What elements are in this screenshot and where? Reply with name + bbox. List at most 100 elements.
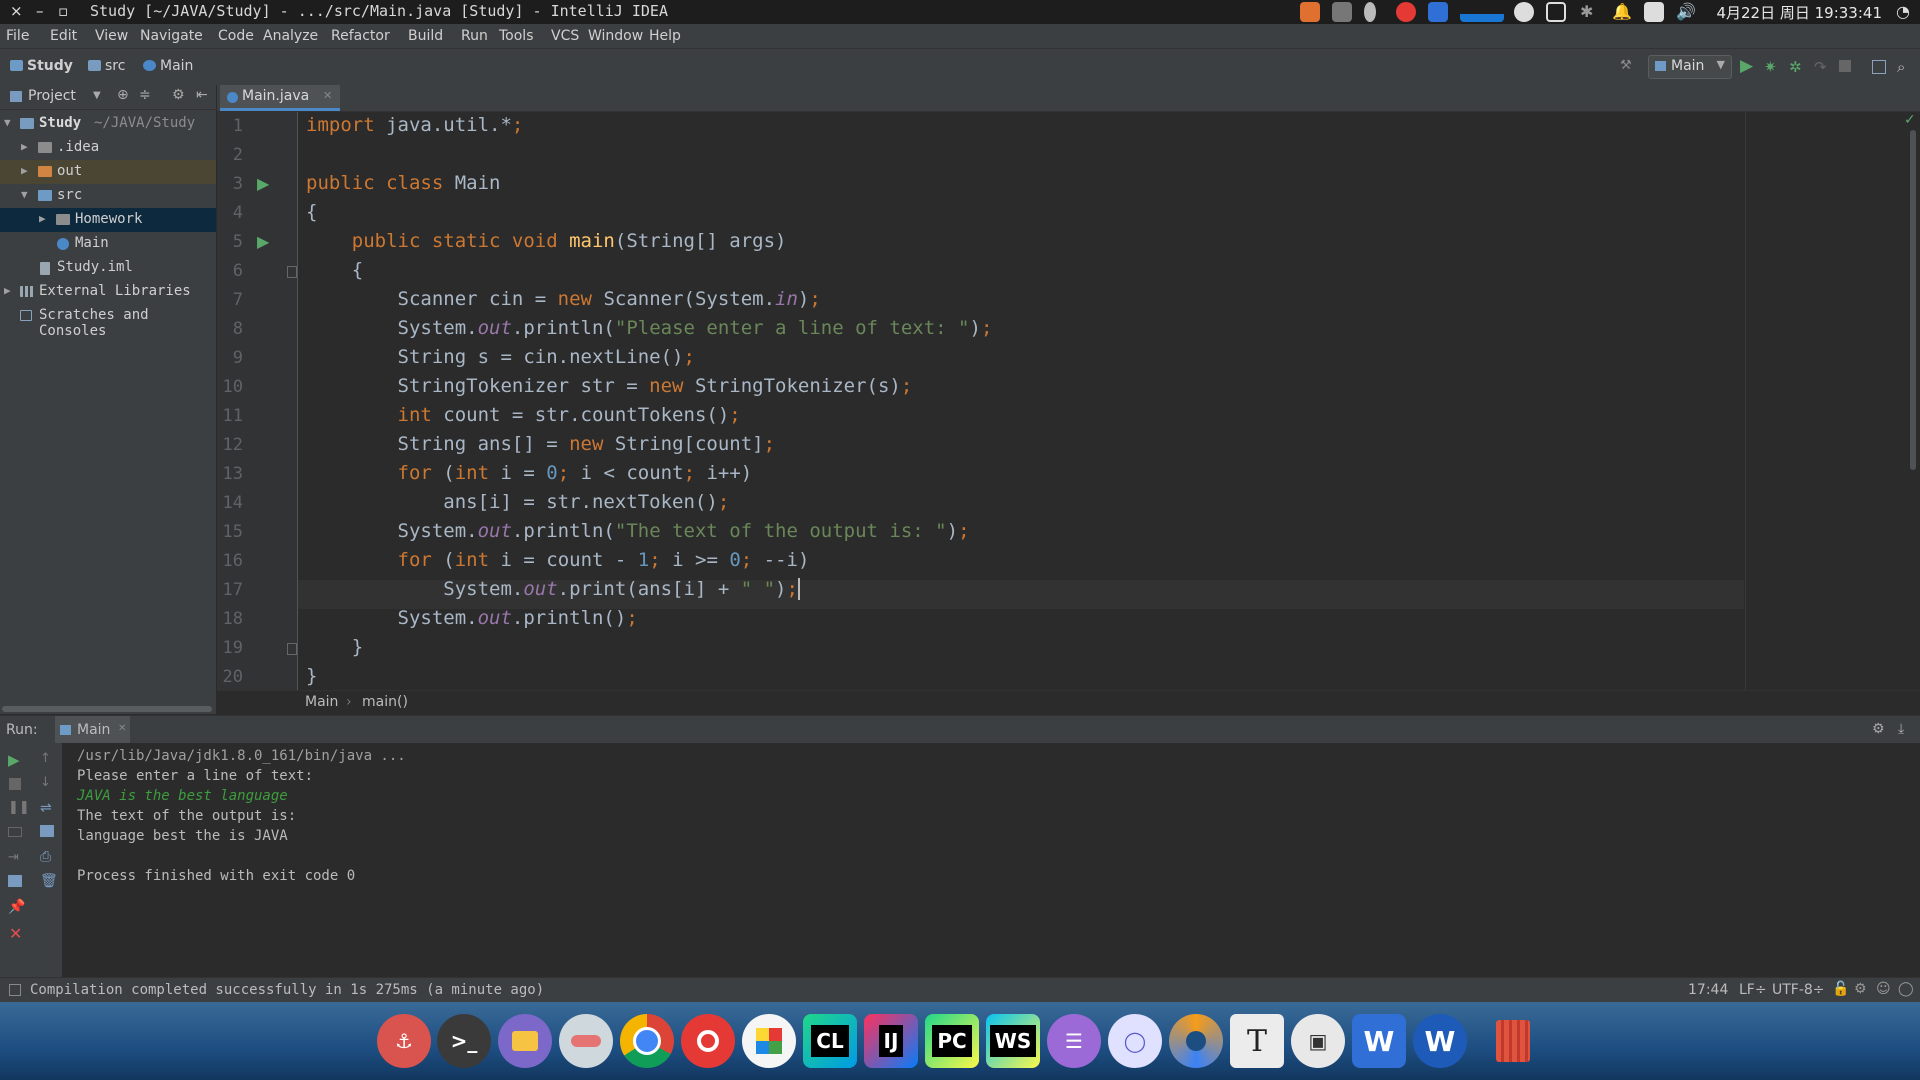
horizontal-scrollbar[interactable] [2, 706, 212, 712]
status-message[interactable]: Compilation completed successfully in 1s… [30, 982, 544, 998]
menu-code[interactable]: Code [218, 28, 254, 44]
power-icon[interactable]: ◔ [1896, 2, 1916, 22]
settings-toggle-icon[interactable] [559, 1014, 613, 1068]
wps-tray-icon[interactable] [1428, 2, 1448, 22]
netease-tray-icon[interactable] [1396, 2, 1416, 22]
terminal-icon[interactable]: >_ [437, 1014, 491, 1068]
menu-navigate[interactable]: Navigate [140, 28, 203, 44]
menu-file[interactable]: File [6, 28, 29, 44]
intellij-icon[interactable]: IJ [864, 1014, 918, 1068]
git-icon[interactable]: ⚙ [1854, 981, 1867, 997]
text-editor-icon[interactable]: ☰ [1047, 1014, 1101, 1068]
expanded-arrow-icon[interactable]: ▼ [21, 188, 28, 201]
trash-icon[interactable] [1486, 1014, 1540, 1068]
close-icon[interactable]: ✕ [9, 924, 22, 943]
chat-tray-icon[interactable] [1514, 2, 1534, 22]
collapsed-arrow-icon[interactable]: ▶ [39, 212, 46, 225]
screen-tray-icon[interactable] [1546, 2, 1566, 22]
webstorm-icon[interactable]: WS [986, 1014, 1040, 1068]
clion-icon[interactable]: CL [803, 1014, 857, 1068]
tray-app-icon[interactable] [1300, 2, 1320, 22]
menu-help[interactable]: Help [649, 28, 681, 44]
file-encoding[interactable]: UTF-8÷ [1772, 982, 1825, 998]
run-main-gutter-icon[interactable]: ▶ [257, 232, 269, 251]
menu-build[interactable]: Build [408, 28, 443, 44]
breadcrumb-src[interactable]: src [105, 58, 125, 74]
fold-marker-icon[interactable] [287, 643, 297, 655]
dump-threads-icon[interactable] [8, 827, 22, 837]
tree-node-idea[interactable]: ▶ .idea [0, 136, 216, 160]
chevron-down-icon[interactable]: ▼ [93, 90, 101, 101]
typora-icon[interactable]: T [1230, 1014, 1284, 1068]
caret-position[interactable]: 17:44 [1688, 982, 1728, 998]
hide-panel-icon[interactable]: ⤓ [1898, 721, 1904, 737]
collapse-all-icon[interactable]: ≑ [139, 87, 151, 103]
up-arrow-icon[interactable]: ↑ [40, 751, 51, 766]
maximize-window-button[interactable]: ▫ [58, 2, 68, 20]
build-hammer-icon[interactable]: ⚒ [1620, 58, 1636, 74]
clear-all-icon[interactable]: 🗑 [40, 873, 58, 889]
breadcrumb-method[interactable]: main() [362, 694, 408, 710]
tree-node-src[interactable]: ▼ src [0, 184, 216, 208]
anchor-icon[interactable]: ⚓ [377, 1014, 431, 1068]
close-tab-icon[interactable]: ✕ [323, 89, 332, 102]
collapsed-arrow-icon[interactable]: ▶ [21, 164, 28, 177]
bluetooth-icon[interactable]: ✱ [1580, 2, 1600, 22]
menu-window[interactable]: Window [588, 28, 643, 44]
stop-icon[interactable] [9, 778, 21, 790]
project-view-select[interactable]: Project [28, 88, 76, 104]
run-icon[interactable]: ▶ [1740, 56, 1756, 76]
toggle-tool-windows-icon[interactable] [9, 984, 21, 996]
menu-edit[interactable]: Edit [50, 28, 77, 44]
search-icon[interactable]: ⌕ [1897, 58, 1913, 76]
tab-main-java[interactable]: Main.java ✕ [220, 85, 340, 111]
tree-node-homework[interactable]: ▶ Homework [0, 208, 216, 232]
down-arrow-icon[interactable]: ↓ [40, 775, 51, 790]
run-console[interactable]: /usr/lib/Java/jdk1.8.0_161/bin/java ... … [63, 743, 1920, 977]
pause-icon[interactable]: ❚❚ [8, 800, 30, 815]
code-editor[interactable]: import java.util.*; public class Main { … [298, 112, 1920, 690]
lock-icon[interactable]: 🔓 [1832, 981, 1849, 997]
pycharm-icon[interactable]: PC [925, 1014, 979, 1068]
debug-icon[interactable]: ✷ [1764, 58, 1780, 76]
menu-analyze[interactable]: Analyze [263, 28, 318, 44]
menu-tools[interactable]: Tools [499, 28, 534, 44]
line-separator[interactable]: LF÷ [1739, 982, 1767, 998]
menu-run[interactable]: Run [461, 28, 488, 44]
close-tab-icon[interactable]: ✕ [118, 723, 126, 734]
soft-wrap-icon[interactable]: ⇌ [40, 800, 52, 816]
word-icon[interactable]: W [1413, 1014, 1467, 1068]
keyboard-icon[interactable] [1332, 2, 1352, 22]
remote-desktop-icon[interactable]: ▣ [1291, 1014, 1345, 1068]
menu-refactor[interactable]: Refactor [331, 28, 390, 44]
bulb-icon[interactable] [1364, 2, 1376, 22]
expanded-arrow-icon[interactable]: ▼ [4, 116, 11, 129]
volume-icon[interactable]: 🔊 [1676, 2, 1696, 22]
tree-node-external-libraries[interactable]: ▶ External Libraries [0, 280, 216, 304]
tree-node-study-iml[interactable]: Study.iml [0, 256, 216, 280]
wps-icon[interactable]: W [1352, 1014, 1406, 1068]
swirl-app-icon[interactable] [1169, 1014, 1223, 1068]
collapsed-arrow-icon[interactable]: ▶ [4, 284, 11, 297]
run-configuration-select[interactable]: Main ▼ [1648, 55, 1732, 79]
scroll-to-end-icon[interactable] [40, 825, 54, 837]
locate-icon[interactable]: ⊕ [117, 87, 129, 103]
clipboard-icon[interactable] [1644, 2, 1664, 22]
pin-icon[interactable]: 📌 [8, 899, 25, 915]
tree-node-main[interactable]: Main [0, 232, 216, 256]
breadcrumb-main[interactable]: Main [160, 58, 193, 74]
minimize-window-button[interactable]: – [36, 2, 44, 20]
browser-ring-icon[interactable]: ◯ [1108, 1014, 1162, 1068]
close-window-button[interactable]: × [10, 2, 23, 20]
run-tab-main[interactable]: Main ✕ [55, 716, 130, 744]
notification-bell-icon[interactable]: 🔔 [1612, 2, 1632, 22]
hide-panel-icon[interactable]: ⇤ [196, 87, 208, 103]
system-clock[interactable]: 4月22日 周日 19:33:41 [1716, 2, 1882, 23]
rerun-icon[interactable]: ↷ [1814, 58, 1830, 76]
gear-icon[interactable]: ⚙ [172, 87, 185, 103]
tree-node-scratches[interactable]: Scratches and Consoles [0, 304, 216, 339]
collapsed-arrow-icon[interactable]: ▶ [21, 140, 28, 153]
exit-icon[interactable]: ⇥ [8, 850, 19, 865]
netease-music-icon[interactable] [681, 1014, 735, 1068]
inspector-icon[interactable]: ☺ [1876, 981, 1891, 997]
